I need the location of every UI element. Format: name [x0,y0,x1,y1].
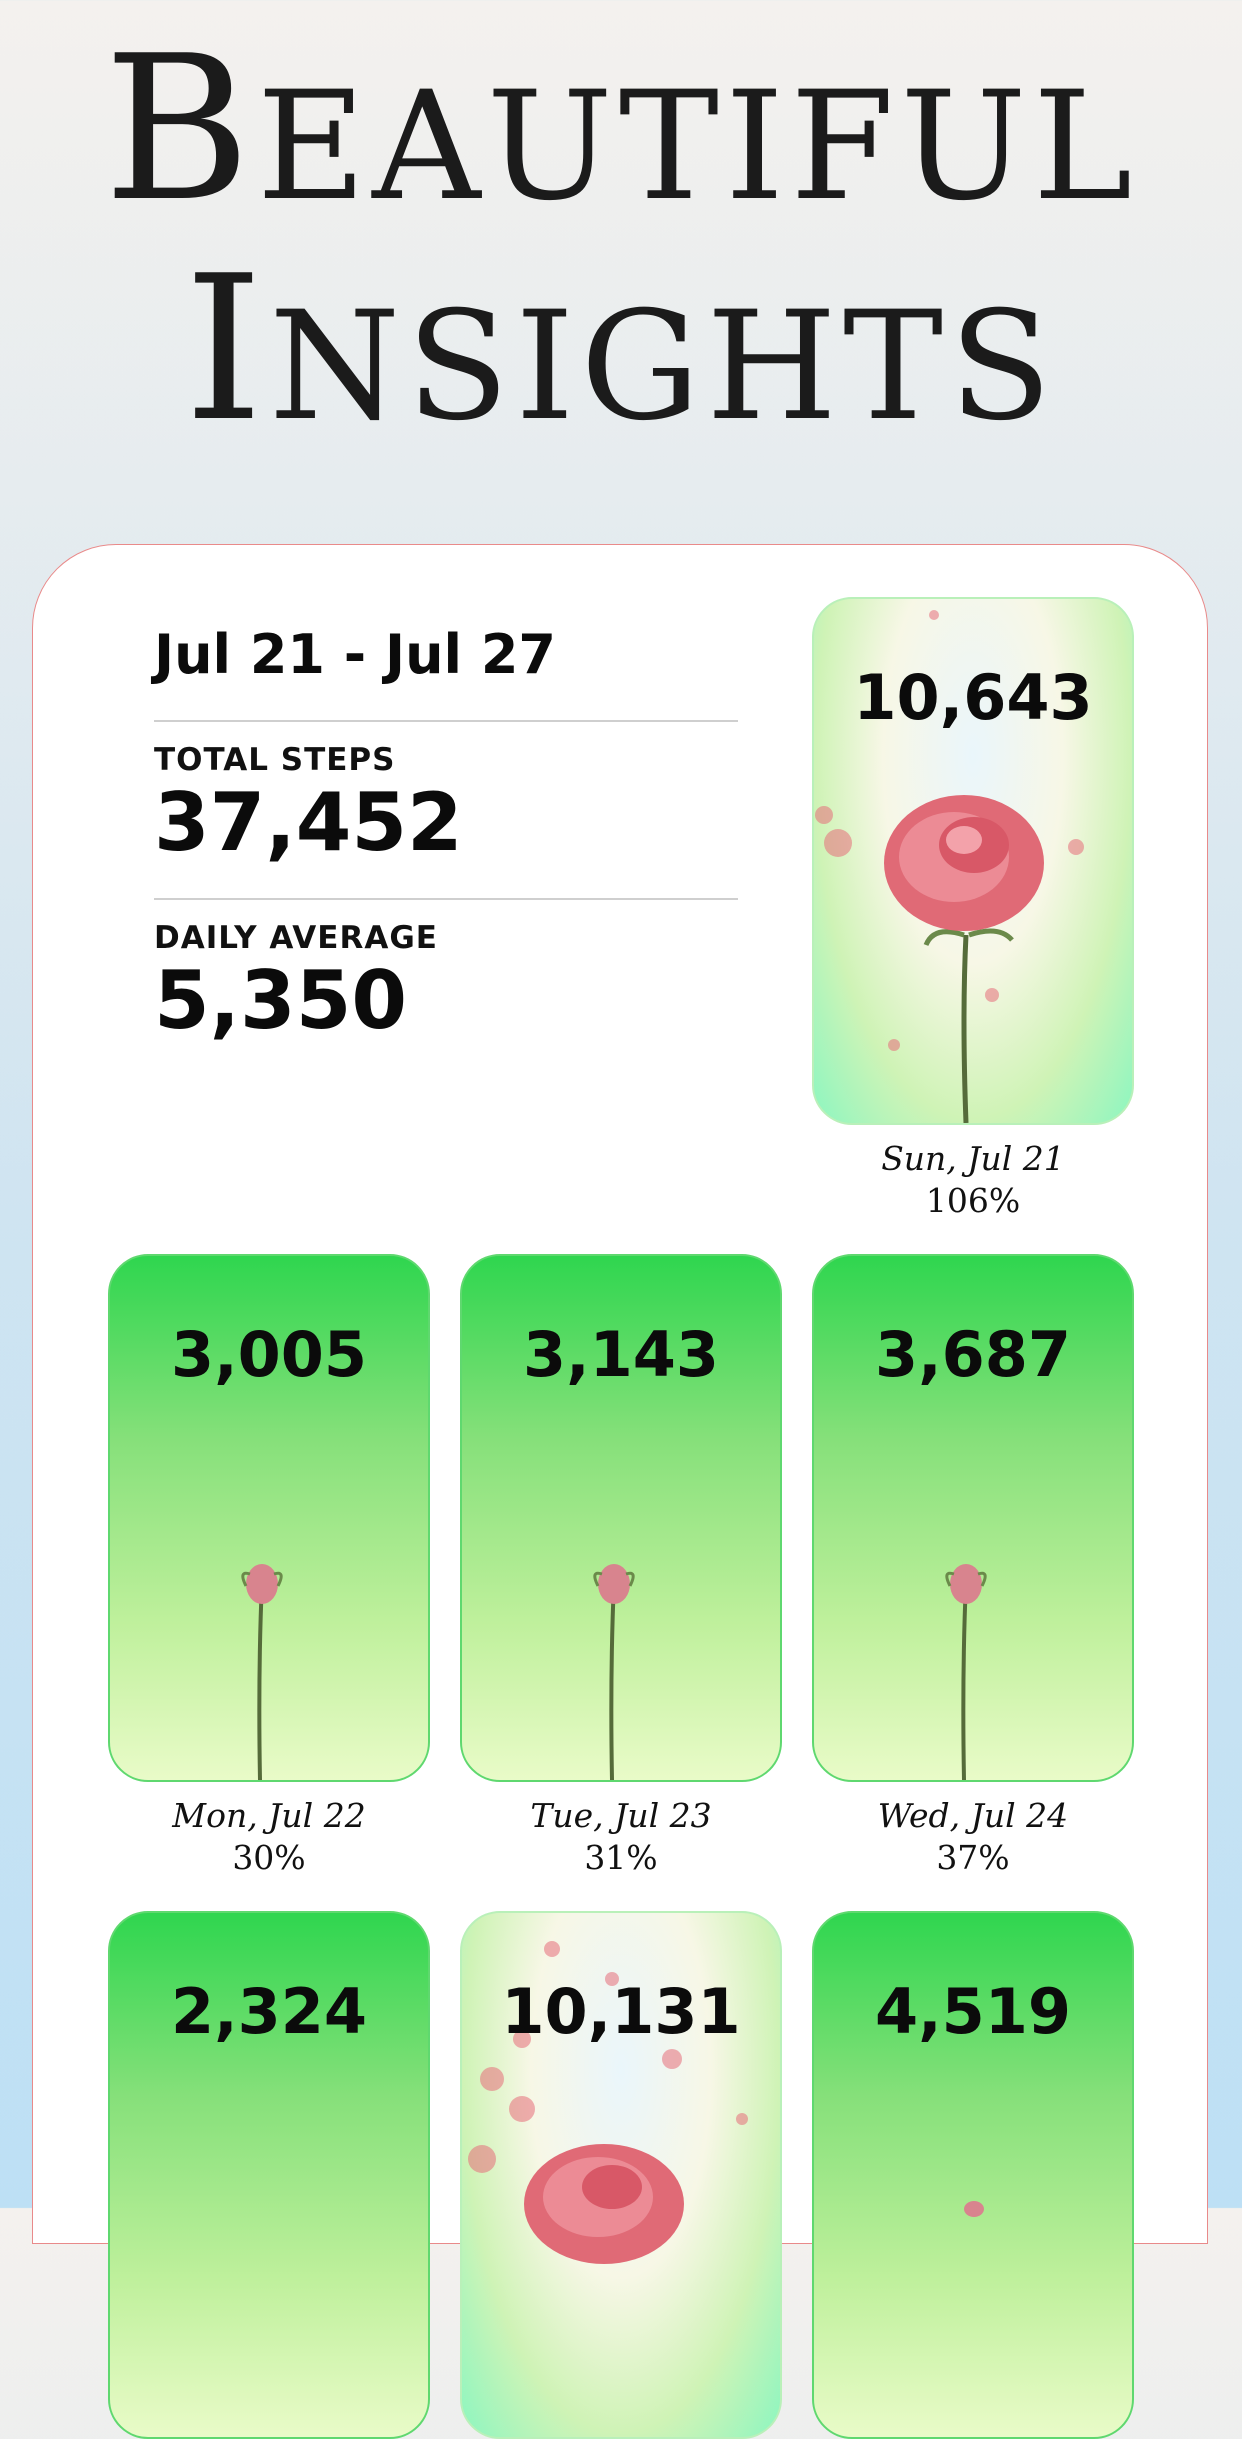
day-label: Mon, Jul 22 [172,1796,366,1835]
day-steps: 2,324 [170,1975,368,2048]
divider [154,898,738,900]
day-label: Wed, Jul 24 [877,1796,1069,1835]
day-percent: 106% [925,1181,1021,1220]
day-caption-wed: Wed, Jul 24 37% [812,1795,1134,1879]
day-percent: 30% [232,1838,306,1877]
daily-average-value: 5,350 [154,954,408,1047]
day-label: Tue, Jul 23 [530,1796,712,1835]
day-steps: 4,519 [874,1975,1072,2048]
hero-title-line-1: BEAUTIFUL [103,13,1139,246]
day-percent: 37% [936,1838,1010,1877]
day-caption-mon: Mon, Jul 22 30% [108,1795,430,1879]
day-tile-sat[interactable]: 4,519 [812,1911,1134,2439]
hero-title-line-2: INSIGHTS [184,233,1058,466]
day-label: Sun, Jul 21 [881,1139,1065,1178]
daily-average-label: DAILY AVERAGE [154,920,438,956]
day-tile-wed[interactable]: 3,687 [812,1254,1134,1782]
day-steps: 10,131 [501,1975,741,2048]
day-caption-sun: Sun, Jul 21 106% [812,1138,1134,1222]
day-tile-thu[interactable]: 2,324 [108,1911,430,2439]
day-steps: 3,687 [874,1318,1072,1391]
day-tile-sun[interactable]: 10,643 [812,597,1134,1125]
day-caption-tue: Tue, Jul 23 31% [460,1795,782,1879]
day-tile-fri[interactable]: 10,131 [460,1911,782,2439]
day-steps: 3,143 [522,1318,720,1391]
weekly-summary: Jul 21 - Jul 27 TOTAL STEPS 37,452 DAILY… [154,620,738,1076]
day-steps: 10,643 [853,661,1093,734]
day-tile-mon[interactable]: 3,005 [108,1254,430,1782]
total-steps-value: 37,452 [154,776,463,869]
day-percent: 31% [584,1838,658,1877]
date-range: Jul 21 - Jul 27 [154,623,556,686]
day-tile-tue[interactable]: 3,143 [460,1254,782,1782]
divider [154,720,738,722]
day-steps: 3,005 [170,1318,368,1391]
total-steps-label: TOTAL STEPS [154,742,396,778]
hero-title: BEAUTIFUL INSIGHTS [0,20,1242,450]
